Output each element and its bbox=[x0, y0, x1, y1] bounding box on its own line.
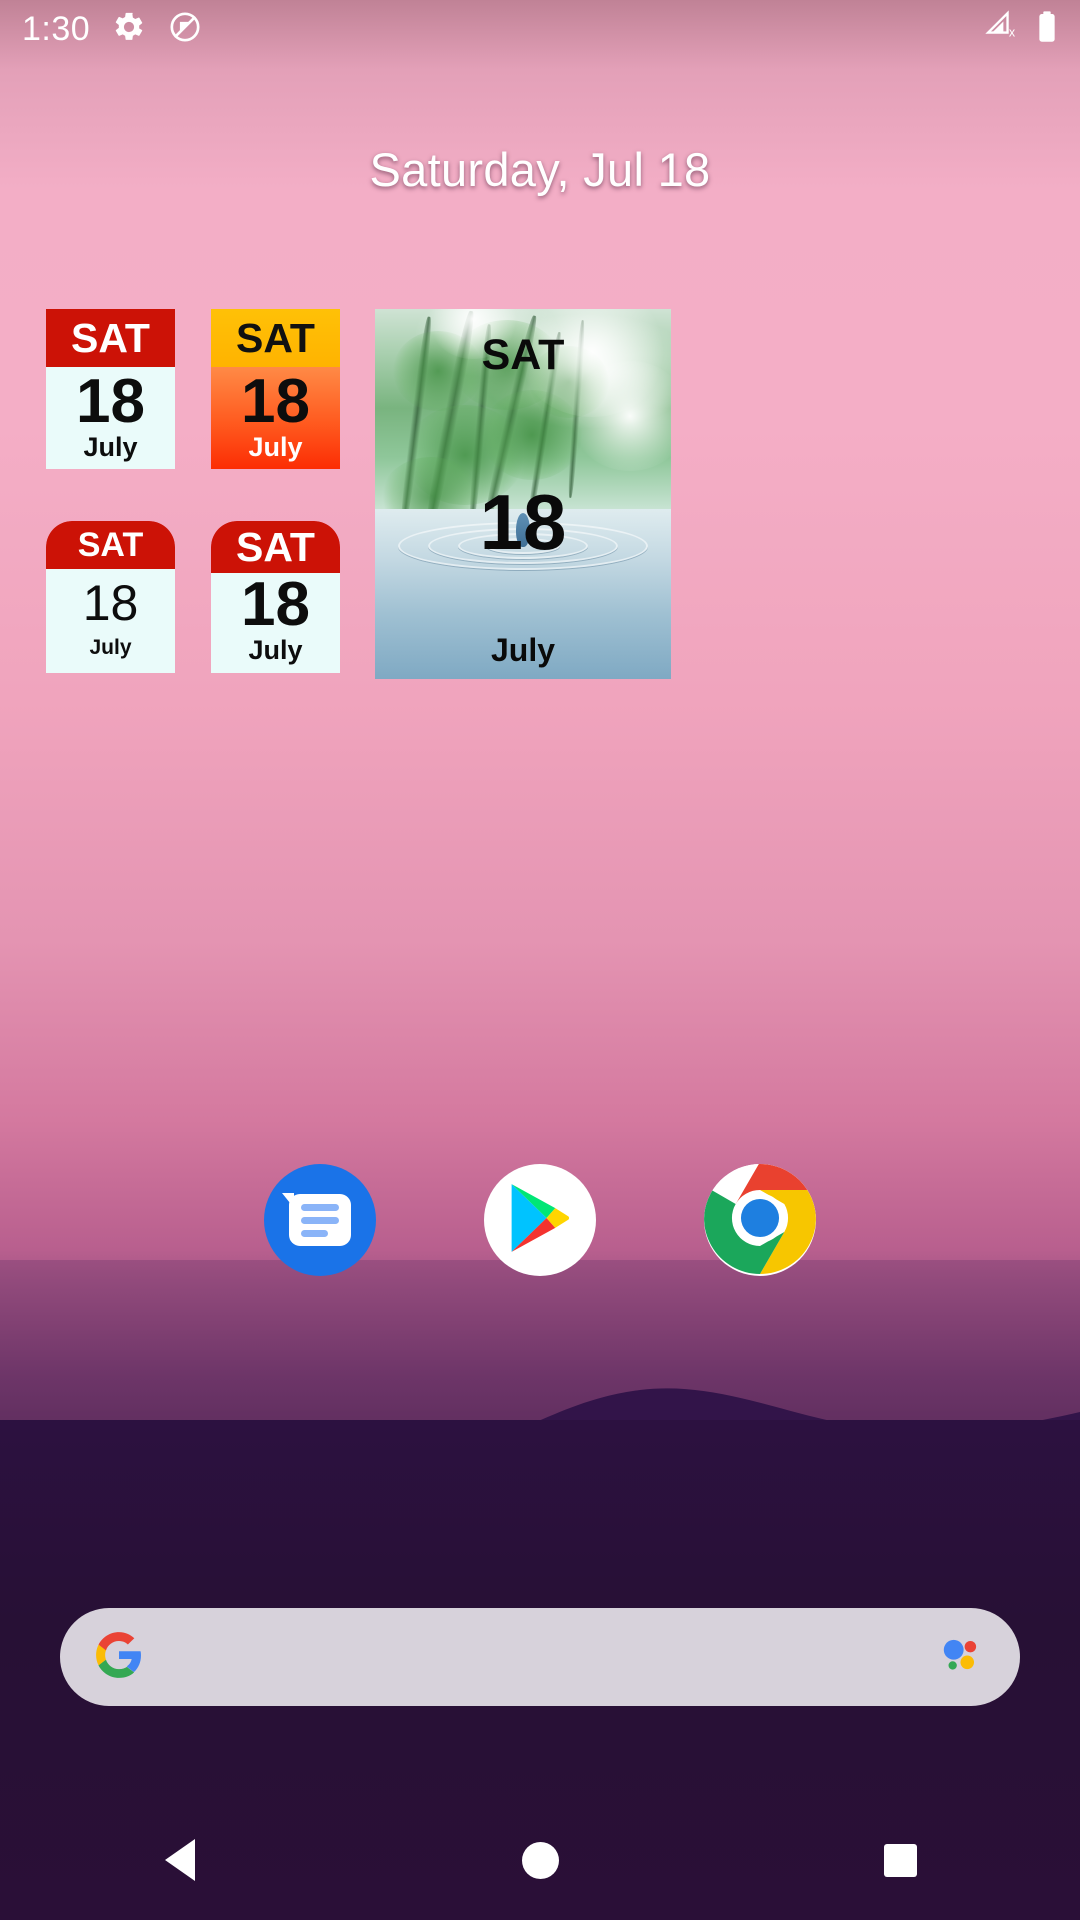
play-store-icon bbox=[507, 1182, 573, 1259]
calendar-month: July bbox=[490, 632, 556, 668]
calendar-body: 18 July bbox=[46, 569, 175, 673]
back-icon bbox=[165, 1839, 195, 1881]
dock-item-messages[interactable] bbox=[264, 1164, 376, 1276]
calendar-body: 18 July bbox=[211, 367, 340, 469]
calendar-body: 18 July bbox=[211, 573, 340, 673]
calendar-month: July bbox=[83, 431, 138, 462]
status-bar: 1:30 x bbox=[0, 0, 1080, 58]
calendar-widget-photo-forest[interactable]: SAT 18 July bbox=[375, 309, 671, 679]
dock bbox=[0, 1155, 1080, 1285]
calendar-widget-red-rounded-bold[interactable]: SAT 18 July bbox=[211, 521, 340, 673]
status-clock: 1:30 bbox=[22, 9, 91, 48]
calendar-month: July bbox=[248, 431, 303, 462]
back-button[interactable] bbox=[120, 1800, 240, 1920]
calendar-month: July bbox=[248, 634, 303, 665]
calendar-day: 18 bbox=[82, 574, 139, 631]
calendar-day: 18 bbox=[241, 367, 310, 437]
home-date-header: Saturday, Jul 18 bbox=[369, 143, 711, 196]
calendar-day: 18 bbox=[241, 570, 310, 640]
signal-no-service-icon: x bbox=[984, 9, 1020, 49]
calendar-body: 18 July bbox=[46, 367, 175, 469]
battery-full-icon bbox=[1036, 10, 1058, 49]
dock-item-play-store[interactable] bbox=[484, 1164, 596, 1276]
svg-text:x: x bbox=[1009, 25, 1016, 39]
calendar-month: July bbox=[89, 636, 132, 660]
recents-icon bbox=[883, 1843, 917, 1877]
google-g-icon bbox=[94, 1630, 144, 1685]
navigation-bar bbox=[0, 1800, 1080, 1920]
status-bar-right: x bbox=[984, 9, 1058, 49]
calendar-weekday: SAT bbox=[46, 309, 175, 367]
calendar-weekday: SAT bbox=[46, 521, 175, 569]
calendar-widget-red-square[interactable]: SAT 18 July bbox=[46, 309, 175, 469]
status-bar-left: 1:30 bbox=[22, 10, 202, 49]
calendar-weekday: SAT bbox=[481, 331, 565, 379]
google-assistant-icon[interactable] bbox=[936, 1630, 986, 1685]
google-search-bar[interactable] bbox=[60, 1608, 1020, 1706]
home-button[interactable] bbox=[480, 1800, 600, 1920]
calendar-day: 18 bbox=[76, 367, 145, 437]
recents-button[interactable] bbox=[840, 1800, 960, 1920]
data-saver-off-icon bbox=[168, 10, 202, 49]
chrome-icon bbox=[704, 1164, 816, 1276]
calendar-widget-red-rounded-thin[interactable]: SAT 18 July bbox=[46, 521, 175, 673]
messages-icon bbox=[282, 1193, 351, 1246]
calendar-weekday: SAT bbox=[211, 309, 340, 367]
calendar-widget-amber-square[interactable]: SAT 18 July bbox=[211, 309, 340, 469]
calendar-day: 18 bbox=[479, 478, 567, 566]
home-icon bbox=[521, 1841, 559, 1879]
gear-icon bbox=[112, 10, 146, 49]
calendar-weekday: SAT bbox=[211, 521, 340, 573]
dock-item-chrome[interactable] bbox=[704, 1164, 816, 1276]
